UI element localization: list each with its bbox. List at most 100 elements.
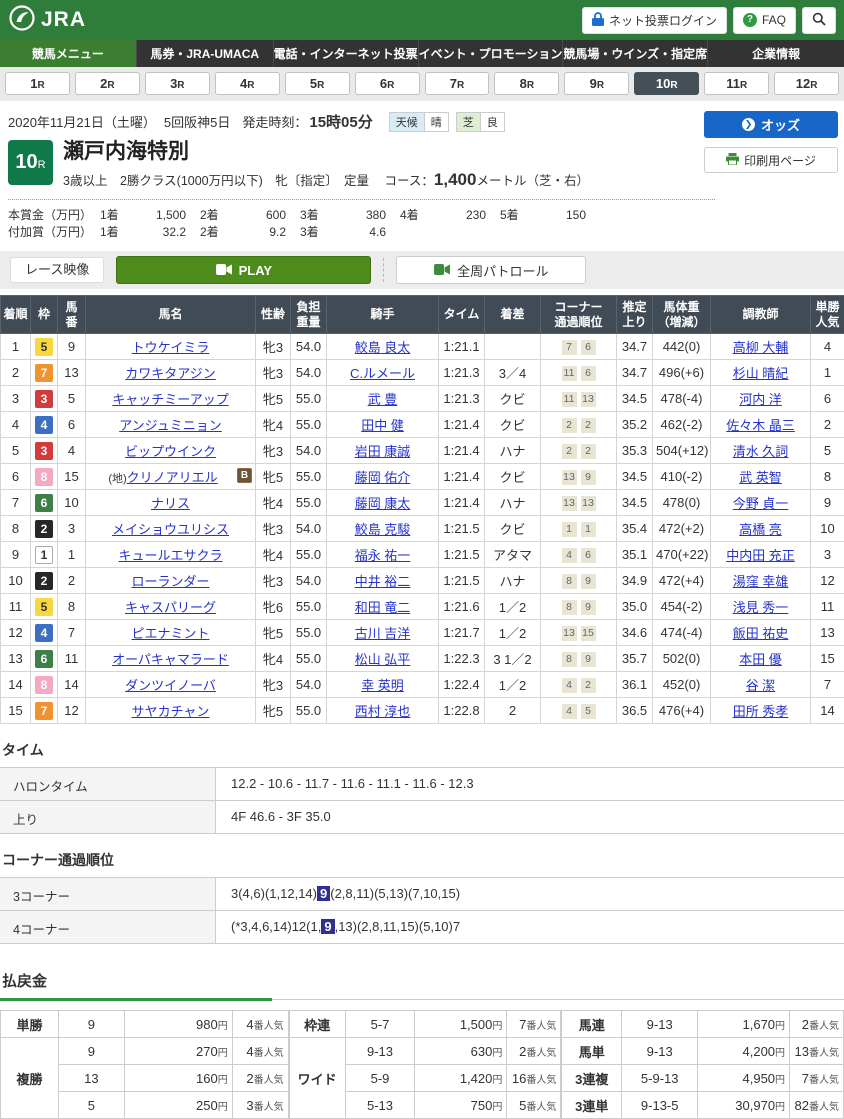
horse-link[interactable]: ダンツイノーバ bbox=[125, 678, 216, 693]
horse-link[interactable]: クリノアリエル bbox=[127, 470, 218, 485]
race-tab-6R[interactable]: 6R bbox=[355, 72, 420, 95]
race-tab-9R[interactable]: 9R bbox=[564, 72, 629, 95]
jockey-link[interactable]: 鮫島 克駿 bbox=[355, 522, 411, 537]
margin-cell: クビ bbox=[485, 386, 541, 412]
trainer-link[interactable]: 湯窪 幸雄 bbox=[733, 574, 789, 589]
race-tab-11R[interactable]: 11R bbox=[704, 72, 769, 95]
trainer-link[interactable]: 佐々木 晶三 bbox=[726, 418, 795, 433]
jockey-link[interactable]: 古川 吉洋 bbox=[355, 626, 411, 641]
race-tab-10R[interactable]: 10R bbox=[634, 72, 699, 95]
race-tab-4R[interactable]: 4R bbox=[215, 72, 280, 95]
race-title: 瀬戸内海特別 bbox=[63, 140, 589, 163]
prize-value: 600 bbox=[234, 207, 286, 224]
time-cell: 1:22.3 bbox=[439, 646, 485, 672]
payout-popularity: 2番人気 bbox=[232, 1065, 288, 1092]
race-tab-8R[interactable]: 8R bbox=[494, 72, 559, 95]
time-cell: 1:21.5 bbox=[439, 516, 485, 542]
nav-item-競馬場・ウインズ・指定席[interactable]: 競馬場・ウインズ・指定席 bbox=[562, 40, 707, 67]
horse-link[interactable]: オーパキャマラード bbox=[112, 652, 229, 667]
waku-badge: 3 bbox=[35, 390, 53, 408]
horse-link[interactable]: ナリス bbox=[151, 496, 190, 511]
trainer-link[interactable]: 清水 久詞 bbox=[733, 444, 789, 459]
jockey-link[interactable]: 鮫島 良太 bbox=[355, 340, 411, 355]
unit-suffix: 番人気 bbox=[254, 1021, 284, 1032]
jra-logo[interactable]: JRA bbox=[8, 4, 86, 37]
horse-link[interactable]: キュールエサクラ bbox=[118, 548, 222, 563]
jockey-cell: 松山 弘平 bbox=[327, 646, 439, 672]
race-tab-5R[interactable]: 5R bbox=[285, 72, 350, 95]
horse-link[interactable]: サヤカチャン bbox=[132, 704, 210, 719]
horse-link[interactable]: カワキタアジン bbox=[125, 366, 215, 381]
trainer-link[interactable]: 谷 潔 bbox=[746, 678, 776, 693]
jockey-link[interactable]: 松山 弘平 bbox=[355, 652, 411, 667]
trainer-link[interactable]: 高橋 亮 bbox=[739, 522, 782, 537]
search-button[interactable] bbox=[802, 7, 836, 34]
waku-badge: 4 bbox=[35, 416, 53, 434]
sex-age: 牝3 bbox=[256, 360, 291, 386]
trainer-link[interactable]: 浅見 秀一 bbox=[733, 600, 789, 615]
net-vote-login-button[interactable]: ネット投票ログイン bbox=[582, 7, 727, 34]
jockey-link[interactable]: 福永 祐一 bbox=[355, 548, 411, 563]
trainer-link[interactable]: 田所 秀孝 bbox=[733, 704, 789, 719]
horse-link[interactable]: アンジュミニョン bbox=[119, 418, 222, 433]
jockey-link[interactable]: C.ルメール bbox=[350, 366, 415, 381]
nav-item-電話・インターネット投票[interactable]: 電話・インターネット投票 bbox=[273, 40, 418, 67]
race-tab-7R[interactable]: 7R bbox=[425, 72, 490, 95]
nav-item-イベント・プロモーション[interactable]: イベント・プロモーション bbox=[418, 40, 563, 67]
margin-cell: ハナ bbox=[485, 568, 541, 594]
trainer-link[interactable]: 河内 洋 bbox=[739, 392, 782, 407]
horse-link[interactable]: キャッチミーアップ bbox=[112, 392, 228, 407]
jockey-link[interactable]: 藤岡 康太 bbox=[355, 496, 411, 511]
trainer-link[interactable]: 武 英智 bbox=[739, 470, 782, 485]
nav-item-馬券・JRA-UMACA[interactable]: 馬券・JRA-UMACA bbox=[136, 40, 273, 67]
unit-suffix: 円 bbox=[492, 1075, 502, 1086]
patrol-video-button[interactable]: 全周パトロール bbox=[396, 256, 586, 284]
horse-link[interactable]: トウケイミラ bbox=[132, 340, 210, 355]
race-info: ❯ オッズ 印刷用ページ 2020年11月21日（土曜） 5回阪神5日 発走時刻… bbox=[0, 101, 844, 247]
jockey-link[interactable]: 武 豊 bbox=[368, 392, 398, 407]
race-tab-3R[interactable]: 3R bbox=[145, 72, 210, 95]
trainer-link[interactable]: 本田 優 bbox=[739, 652, 782, 667]
corner-pos-badge: 8 bbox=[562, 600, 577, 615]
trainer-cell: 河内 洋 bbox=[711, 386, 811, 412]
horse-link[interactable]: キャスパリーグ bbox=[125, 600, 216, 615]
jockey-link[interactable]: 西村 淳也 bbox=[355, 704, 411, 719]
finish-position: 14 bbox=[1, 672, 31, 698]
nav-item-競馬メニュー[interactable]: 競馬メニュー bbox=[0, 40, 136, 67]
carried-weight: 55.0 bbox=[291, 542, 327, 568]
odds-button[interactable]: ❯ オッズ bbox=[704, 111, 838, 138]
race-tab-1R[interactable]: 1R bbox=[5, 72, 70, 95]
play-button[interactable]: PLAY bbox=[116, 256, 371, 284]
nav-item-企業情報[interactable]: 企業情報 bbox=[707, 40, 844, 67]
race-tab-2R[interactable]: 2R bbox=[75, 72, 140, 95]
jockey-link[interactable]: 岩田 康誠 bbox=[355, 444, 411, 459]
result-row: 1247ピエナミント牝555.0古川 吉洋1:21.71／2131534.647… bbox=[1, 620, 844, 646]
last-3f: 34.9 bbox=[617, 568, 653, 594]
trainer-link[interactable]: 中内田 充正 bbox=[726, 548, 795, 563]
race-date: 2020年11月21日（土曜） bbox=[8, 112, 156, 131]
jockey-link[interactable]: 幸 英明 bbox=[361, 678, 404, 693]
jockey-link[interactable]: 和田 竜二 bbox=[355, 600, 411, 615]
corner-order-cell: 116 bbox=[541, 360, 617, 386]
waku-cell: 5 bbox=[31, 594, 58, 620]
trainer-link[interactable]: 今野 貞一 bbox=[733, 496, 789, 511]
trainer-link[interactable]: 杉山 晴紀 bbox=[733, 366, 789, 381]
horse-link[interactable]: ローランダー bbox=[131, 574, 209, 589]
waku-badge: 5 bbox=[35, 598, 53, 616]
jockey-link[interactable]: 藤岡 佑介 bbox=[355, 470, 411, 485]
printer-icon bbox=[726, 153, 739, 168]
jockey-link[interactable]: 中井 裕二 bbox=[355, 574, 411, 589]
jockey-link[interactable]: 田中 健 bbox=[361, 418, 404, 433]
trainer-link[interactable]: 飯田 祐史 bbox=[733, 626, 789, 641]
last-3f: 34.5 bbox=[617, 464, 653, 490]
race-tab-12R[interactable]: 12R bbox=[774, 72, 839, 95]
trainer-link[interactable]: 高柳 大輔 bbox=[733, 340, 789, 355]
trainer-cell: 谷 潔 bbox=[711, 672, 811, 698]
horse-link[interactable]: メイショウユリシス bbox=[112, 522, 229, 537]
print-page-button[interactable]: 印刷用ページ bbox=[704, 147, 838, 173]
horse-link[interactable]: ビップウインク bbox=[125, 444, 216, 459]
horse-link[interactable]: ピエナミント bbox=[131, 626, 209, 641]
divider bbox=[383, 258, 384, 282]
prize-place-label: 4着 bbox=[400, 207, 434, 224]
faq-button[interactable]: ? FAQ bbox=[733, 7, 796, 34]
